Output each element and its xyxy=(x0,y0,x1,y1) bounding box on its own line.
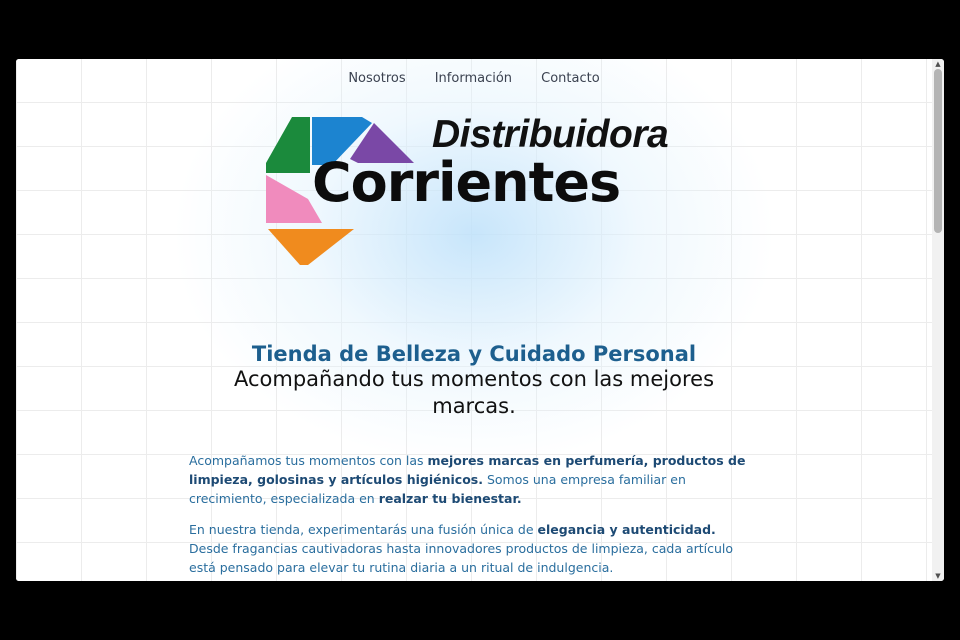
hero-title: Tienda de Belleza y Cuidado Personal xyxy=(251,342,697,366)
scrollbar-thumb[interactable] xyxy=(934,69,942,233)
logo-orange-segment xyxy=(268,229,354,265)
top-nav: Nosotros Información Contacto xyxy=(16,67,932,86)
nav-link-nosotros[interactable]: Nosotros xyxy=(348,71,405,86)
logo-word-corrientes: Corrientes xyxy=(312,151,621,214)
vertical-scrollbar[interactable]: ▲ ▼ xyxy=(932,59,944,581)
page-viewport: Nosotros Información Contacto Distribuid… xyxy=(16,59,932,581)
p2-text-2: Desde fragancias cautivadoras hasta inno… xyxy=(189,541,734,575)
browser-window: Nosotros Información Contacto Distribuid… xyxy=(16,59,944,581)
p1-bold-2: realzar tu bienestar. xyxy=(378,491,522,506)
brand-logo: Distribuidora Corrientes xyxy=(262,113,702,273)
p2-text-1: En nuestra tienda, experimentarás una fu… xyxy=(189,522,538,537)
hero-section: Tienda de Belleza y Cuidado Personal Aco… xyxy=(16,342,932,420)
scroll-up-arrow-icon[interactable]: ▲ xyxy=(932,59,944,69)
nav-link-contacto[interactable]: Contacto xyxy=(541,71,600,86)
intro-paragraph-2: En nuestra tienda, experimentarás una fu… xyxy=(189,520,759,577)
p2-bold-1: elegancia y autenticidad. xyxy=(537,522,716,537)
intro-paragraph-1: Acompañamos tus momentos con las mejores… xyxy=(189,451,759,508)
nav-link-informacion[interactable]: Información xyxy=(435,71,512,86)
scroll-down-arrow-icon[interactable]: ▼ xyxy=(932,571,944,581)
hero-subtitle: Acompañando tus momentos con las mejores… xyxy=(233,367,715,418)
logo-green-segment xyxy=(266,117,310,173)
p1-text-1: Acompañamos tus momentos con las xyxy=(189,453,428,468)
intro-content: Acompañamos tus momentos con las mejores… xyxy=(189,451,759,581)
